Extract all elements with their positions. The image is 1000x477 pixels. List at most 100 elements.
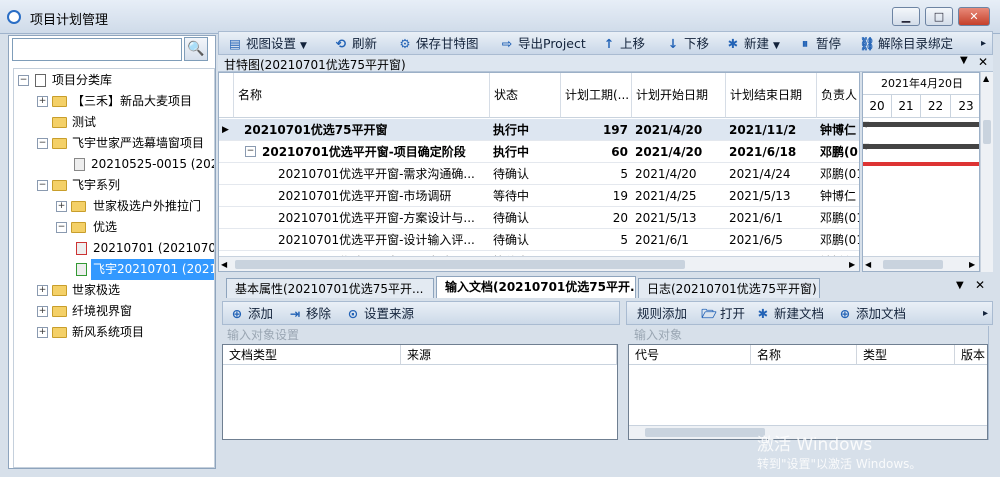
search-button[interactable]: 🔍 xyxy=(184,37,208,61)
column-header-code[interactable]: 代号 xyxy=(629,345,751,365)
cell-duration[interactable]: 20 xyxy=(561,207,632,229)
expand-icon[interactable]: + xyxy=(37,327,48,338)
gantt-row[interactable]: 20210701优选75平开窗 执行中 197 2021/4/20 2021/11/2 钟… xyxy=(219,119,859,141)
column-header-start[interactable]: 计划开始日期 xyxy=(632,73,726,118)
input-objects-table[interactable]: 代号 名称 类型 版本 xyxy=(628,344,988,440)
cell-name[interactable]: 20210701优选平开窗-设计输入评... xyxy=(275,229,490,251)
cell-owner[interactable]: 邓鹏(01 xyxy=(817,207,859,229)
new-doc-button[interactable]: ✱ 新建文档 xyxy=(755,305,824,323)
column-header-status[interactable]: 状态 xyxy=(490,73,561,118)
scrollbar-thumb[interactable] xyxy=(235,260,685,269)
tree-item[interactable]: 20210701 (20210701优 xyxy=(76,238,214,259)
collapse-icon[interactable]: − xyxy=(37,180,48,191)
tree-item[interactable]: 20210525-0015 (20210525 xyxy=(74,154,214,175)
cell-status[interactable]: 待确认 xyxy=(490,229,561,251)
add-doc-button[interactable]: ⊕ 添加文档 xyxy=(837,305,906,323)
cell-owner[interactable]: 邓鹏(01 xyxy=(817,229,859,251)
cell-status[interactable]: 执行中 xyxy=(490,141,561,163)
tree-item[interactable]: + 【三禾】新品大麦项目 xyxy=(37,91,212,112)
pause-button[interactable]: ⏸ 暂停 xyxy=(797,35,841,53)
add-button[interactable]: ⊕ 添加 xyxy=(229,305,273,323)
collapse-icon[interactable]: − xyxy=(56,222,67,233)
tree-item[interactable]: − 飞宇世家严选幕墙窗项目 xyxy=(37,133,214,154)
column-header-duration[interactable]: 计划工期(... xyxy=(561,73,632,118)
maximize-button[interactable]: □ xyxy=(925,7,953,26)
cell-status[interactable]: 等待中 xyxy=(490,185,561,207)
cell-start[interactable]: 2021/6/1 xyxy=(632,229,726,251)
document-type-table[interactable]: 文档类型 来源 xyxy=(222,344,618,440)
cell-start[interactable]: 2021/4/20 xyxy=(632,119,726,141)
unbind-dir-button[interactable]: ⛓ 解除目录绑定 xyxy=(859,35,953,53)
scrollbar-thumb[interactable] xyxy=(645,428,765,437)
gantt-row[interactable]: 20210701优选平开窗-项目确定阶段 执行中 60 2021/4/20 2021/6… xyxy=(219,141,859,163)
cell-owner[interactable]: 邓鹏(01 xyxy=(817,163,859,185)
minimize-button[interactable]: ▁ xyxy=(892,7,920,26)
tree-item[interactable]: − 优选 xyxy=(56,217,214,238)
save-gantt-button[interactable]: ⚙ 保存甘特图 xyxy=(397,35,478,53)
scroll-left-icon[interactable]: ◀ xyxy=(865,260,871,269)
collapse-icon[interactable]: − xyxy=(18,75,29,86)
refresh-button[interactable]: ⟲ 刷新 xyxy=(333,35,377,53)
gantt-row[interactable]: 20210701优选平开窗-设计输入评... 待确认 5 2021/6/1 2021/6… xyxy=(219,229,859,251)
cell-duration[interactable]: 60 xyxy=(561,141,632,163)
horizontal-scrollbar[interactable]: ◀ ▶ xyxy=(219,256,859,271)
toolbar-overflow-icon[interactable]: ▸ xyxy=(981,35,986,53)
cell-owner[interactable]: 邓鹏(01 xyxy=(817,141,859,163)
cell-name[interactable]: 20210701优选平开窗-需求沟通确... xyxy=(275,163,490,185)
cell-duration[interactable]: 5 xyxy=(561,229,632,251)
timeline-scrollbar[interactable]: ◀ ▶ xyxy=(863,256,979,271)
column-header-doc-type[interactable]: 文档类型 xyxy=(223,345,401,365)
open-button[interactable]: 🗁 打开 xyxy=(701,305,745,323)
gantt-timeline[interactable]: 2021年4月20日 20 21 22 23 ▼ ▼ ◀ ▶ xyxy=(862,72,980,272)
gantt-close-icon[interactable]: ✕ xyxy=(978,55,988,69)
cell-owner[interactable]: 钟博仁 xyxy=(817,119,859,141)
rule-add-button[interactable]: 规则添加 xyxy=(637,305,687,323)
new-button[interactable]: ✱ 新建 ▼ xyxy=(725,35,780,53)
scroll-up-icon[interactable]: ▲ xyxy=(983,74,989,83)
cell-name[interactable]: 20210701优选平开窗-市场调研 xyxy=(275,185,490,207)
column-header-owner[interactable]: 负责人 xyxy=(817,73,859,118)
column-header-version[interactable]: 版本 xyxy=(955,345,987,365)
move-up-button[interactable]: ↑ 上移 xyxy=(601,35,645,53)
scroll-right-icon[interactable]: ▶ xyxy=(849,260,855,269)
cell-duration[interactable]: 197 xyxy=(561,119,632,141)
expand-icon[interactable]: + xyxy=(37,285,48,296)
collapse-icon[interactable]: − xyxy=(245,146,256,157)
column-header-type[interactable]: 类型 xyxy=(857,345,955,365)
cell-owner[interactable]: 钟博仁 xyxy=(817,185,859,207)
cell-start[interactable]: 2021/4/20 xyxy=(632,163,726,185)
close-button[interactable]: ✕ xyxy=(958,7,990,26)
scrollbar-thumb[interactable] xyxy=(983,120,991,144)
move-down-button[interactable]: ↓ 下移 xyxy=(665,35,709,53)
cell-status[interactable]: 执行中 xyxy=(490,119,561,141)
tree-item[interactable]: − 飞宇系列 xyxy=(37,175,212,196)
scrollbar-thumb[interactable] xyxy=(883,260,943,269)
tree-item[interactable]: + 新风系统项目 xyxy=(37,322,212,343)
tree-item[interactable]: + 世家极选 xyxy=(37,280,212,301)
summary-bar[interactable] xyxy=(863,144,979,149)
cell-name[interactable]: 20210701优选平开窗-方案设计与... xyxy=(275,207,490,229)
cell-status[interactable]: 待确认 xyxy=(490,207,561,229)
expand-icon[interactable]: + xyxy=(37,306,48,317)
pin-icon[interactable]: ▼ xyxy=(960,55,968,66)
summary-bar[interactable] xyxy=(863,122,979,127)
toolbar-overflow-icon[interactable]: ▸ xyxy=(983,305,988,323)
cell-end[interactable]: 2021/6/5 xyxy=(726,229,817,251)
tree-item[interactable]: + 纤境视界窗 xyxy=(37,301,212,322)
cell-start[interactable]: 2021/5/13 xyxy=(632,207,726,229)
cell-start[interactable]: 2021/4/20 xyxy=(632,141,726,163)
gantt-grid[interactable]: 名称 状态 计划工期(... 计划开始日期 计划结束日期 负责人 2021070… xyxy=(218,72,860,272)
cell-name[interactable]: 20210701优选75平开窗 xyxy=(241,119,490,141)
remove-button[interactable]: ⇥ 移除 xyxy=(287,305,331,323)
view-settings-button[interactable]: ▤ 视图设置 ▼ xyxy=(227,35,307,53)
tree-item[interactable]: + 世家极选户外推拉门 xyxy=(56,196,214,217)
tab-dropdown-icon[interactable]: ▼ xyxy=(956,280,964,291)
tab-log[interactable]: 日志(20210701优选75平开窗) xyxy=(638,278,820,298)
column-header-name[interactable]: 名称 xyxy=(234,73,490,118)
cell-start[interactable]: 2021/4/25 xyxy=(632,185,726,207)
cell-end[interactable]: 2021/6/1 xyxy=(726,207,817,229)
tab-close-icon[interactable]: ✕ xyxy=(975,278,985,292)
cell-duration[interactable]: 19 xyxy=(561,185,632,207)
tab-basic-properties[interactable]: 基本属性(20210701优选75平开... xyxy=(226,278,434,298)
scroll-right-icon[interactable]: ▶ xyxy=(969,260,975,269)
